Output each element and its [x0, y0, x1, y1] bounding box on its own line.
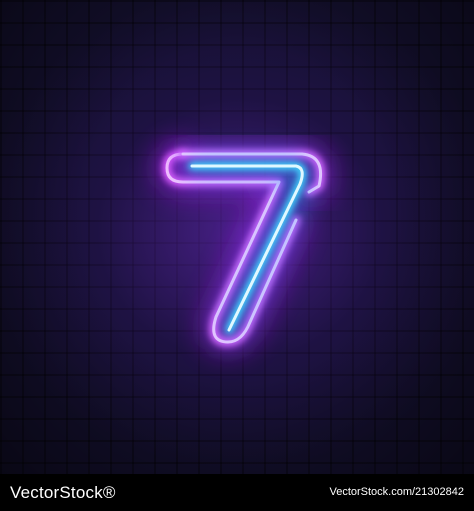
image-id-label: VectorStock.com/21302842: [329, 486, 464, 498]
vectorstock-logo: VectorStock®: [10, 483, 116, 503]
neon-seven: [158, 145, 330, 351]
brand-name: VectorStock: [10, 483, 103, 502]
registered-mark: ®: [102, 483, 116, 502]
neon-scene: VectorStock® VectorStock.com/21302842: [0, 0, 474, 511]
watermark-footer: VectorStock® VectorStock.com/21302842: [0, 474, 474, 511]
